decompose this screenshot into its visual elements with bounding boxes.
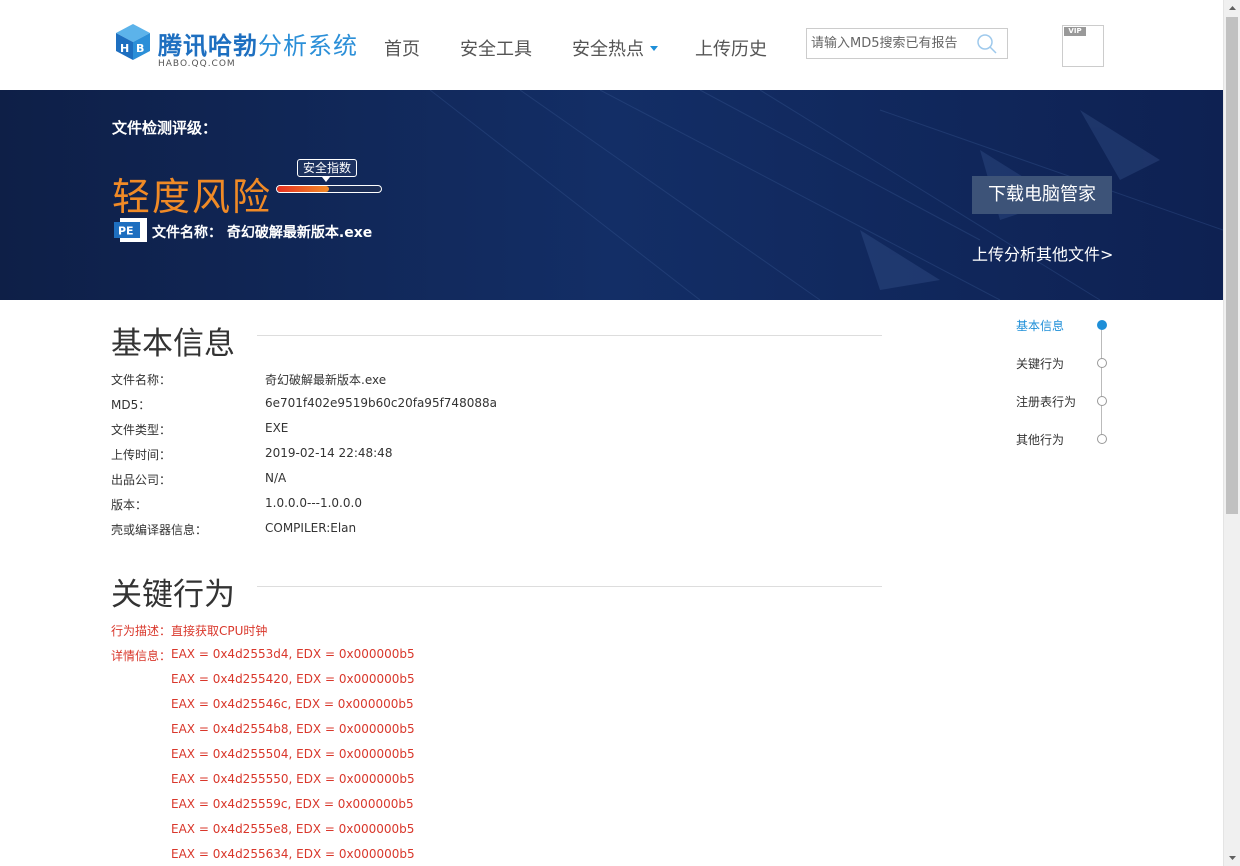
side-nav-track: [1101, 325, 1102, 439]
side-nav-other-behavior[interactable]: 其他行为: [1016, 431, 1064, 448]
behavior-description-value: 直接获取CPU时钟: [171, 624, 268, 638]
behavior-detail-line: EAX = 0x4d25546c, EDX = 0x000000b5: [171, 697, 414, 711]
scroll-down-arrow-icon[interactable]: [1224, 849, 1240, 866]
svg-text:B: B: [136, 42, 144, 55]
info-key: 出品公司：: [111, 473, 172, 487]
file-name-line: 文件名称： 奇幻破解最新版本.exe: [152, 222, 372, 242]
top-header: H B 腾讯哈勃分析系统 HABO.QQ.COM 首页 安全工具 安全热点 上传…: [0, 0, 1223, 90]
logo-title-secondary: 分析系统: [258, 32, 358, 60]
behavior-detail-line: EAX = 0x4d2553d4, EDX = 0x000000b5: [171, 647, 415, 661]
scroll-up-arrow-icon[interactable]: [1224, 0, 1240, 17]
info-value: 1.0.0.0---1.0.0.0: [265, 496, 362, 510]
safety-index-bar: [276, 185, 382, 193]
info-value: COMPILER:Elan: [265, 521, 357, 535]
vertical-scrollbar[interactable]: [1223, 0, 1240, 866]
behavior-detail-line: EAX = 0x4d255634, EDX = 0x000000b5: [171, 847, 415, 861]
grade-label: 文件检测评级：: [112, 119, 218, 137]
result-banner: 文件检测评级： 轻度风险 安全指数 PE 文件名称： 奇幻破解最新版本.exe …: [0, 90, 1223, 300]
info-key: 文件类型：: [111, 423, 172, 437]
side-nav-basic-info[interactable]: 基本信息: [1016, 317, 1064, 334]
key-behavior-divider: [257, 586, 882, 587]
cube-logo-icon: H B: [116, 24, 150, 60]
info-key: 上传时间：: [111, 448, 172, 462]
side-nav-dot[interactable]: [1097, 434, 1107, 444]
side-nav-dot[interactable]: [1097, 320, 1107, 330]
info-value: 2019-02-14 22:48:48: [265, 446, 393, 460]
side-nav-dot[interactable]: [1097, 396, 1107, 406]
info-row: 版本： 1.0.0.0---1.0.0.0: [111, 496, 811, 514]
behavior-detail-line: EAX = 0x4d25559c, EDX = 0x000000b5: [171, 797, 414, 811]
info-key: 版本：: [111, 498, 148, 512]
habo-logo[interactable]: H B 腾讯哈勃分析系统 HABO.QQ.COM: [112, 20, 357, 72]
behavior-description-label: 行为描述：: [111, 624, 172, 638]
md5-search-input[interactable]: [807, 29, 973, 58]
download-pc-manager-button[interactable]: 下载电脑管家: [972, 176, 1112, 214]
nav-home[interactable]: 首页: [384, 35, 420, 61]
behavior-detail-line: EAX = 0x4d2554b8, EDX = 0x000000b5: [171, 722, 415, 736]
logo-title: 腾讯哈勃分析系统: [158, 26, 358, 61]
user-avatar[interactable]: VIP: [1062, 25, 1104, 67]
risk-level: 轻度风险: [112, 175, 273, 219]
safety-index-badge: 安全指数: [297, 159, 358, 182]
basic-info-title: 基本信息: [111, 326, 235, 362]
info-row: 上传时间： 2019-02-14 22:48:48: [111, 446, 811, 464]
pe-file-icon: PE: [114, 218, 147, 242]
nav-security-hotspots[interactable]: 安全热点: [572, 35, 658, 61]
behavior-detail-label: 详情信息：: [111, 649, 172, 663]
info-row: 文件类型： EXE: [111, 421, 811, 439]
info-key: MD5：: [111, 398, 151, 412]
behavior-description: 行为描述：直接获取CPU时钟: [111, 622, 267, 639]
behavior-detail-line: EAX = 0x4d255550, EDX = 0x000000b5: [171, 772, 415, 786]
scrollbar-thumb[interactable]: [1226, 17, 1238, 514]
side-nav-registry-behavior[interactable]: 注册表行为: [1016, 393, 1076, 410]
file-name-value: 奇幻破解最新版本.exe: [226, 225, 373, 241]
side-nav-key-behavior[interactable]: 关键行为: [1016, 355, 1064, 372]
vip-badge: VIP: [1064, 27, 1086, 36]
info-key: 文件名称：: [111, 373, 172, 387]
logo-subtitle: HABO.QQ.COM: [158, 59, 236, 69]
search-icon[interactable]: [975, 32, 999, 56]
info-value: 6e701f402e9519b60c20fa95f748088a: [265, 396, 497, 410]
info-key: 壳或编译器信息：: [111, 523, 208, 537]
key-behavior-title: 关键行为: [111, 577, 235, 613]
safety-index-fill: [277, 186, 329, 192]
search-box: [806, 28, 1008, 59]
info-value: 奇幻破解最新版本.exe: [265, 373, 387, 387]
page-viewport: H B 腾讯哈勃分析系统 HABO.QQ.COM 首页 安全工具 安全热点 上传…: [0, 0, 1223, 866]
nav-upload-history[interactable]: 上传历史: [695, 35, 767, 61]
side-nav-dot[interactable]: [1097, 358, 1107, 368]
logo-title-primary: 腾讯哈勃: [158, 32, 258, 60]
info-value: EXE: [265, 421, 289, 435]
info-row: 壳或编译器信息： COMPILER:Elan: [111, 521, 811, 539]
nav-security-hotspots-label: 安全热点: [572, 39, 644, 60]
nav-security-tools[interactable]: 安全工具: [460, 35, 532, 61]
info-row: 出品公司： N/A: [111, 471, 811, 489]
behavior-detail-line: EAX = 0x4d2555e8, EDX = 0x000000b5: [171, 822, 415, 836]
caret-down-icon: [650, 46, 658, 51]
behavior-detail-line: EAX = 0x4d255420, EDX = 0x000000b5: [171, 672, 415, 686]
file-name-label: 文件名称：: [152, 225, 222, 241]
info-row: 文件名称： 奇幻破解最新版本.exe: [111, 371, 811, 389]
basic-info-divider: [257, 335, 882, 336]
upload-other-files-link[interactable]: 上传分析其他文件>: [972, 241, 1113, 265]
info-value: N/A: [265, 471, 287, 485]
behavior-detail-line: EAX = 0x4d255504, EDX = 0x000000b5: [171, 747, 415, 761]
pe-file-icon-label: PE: [118, 225, 134, 238]
svg-text:H: H: [120, 42, 129, 55]
info-row: MD5： 6e701f402e9519b60c20fa95f748088a: [111, 396, 811, 414]
